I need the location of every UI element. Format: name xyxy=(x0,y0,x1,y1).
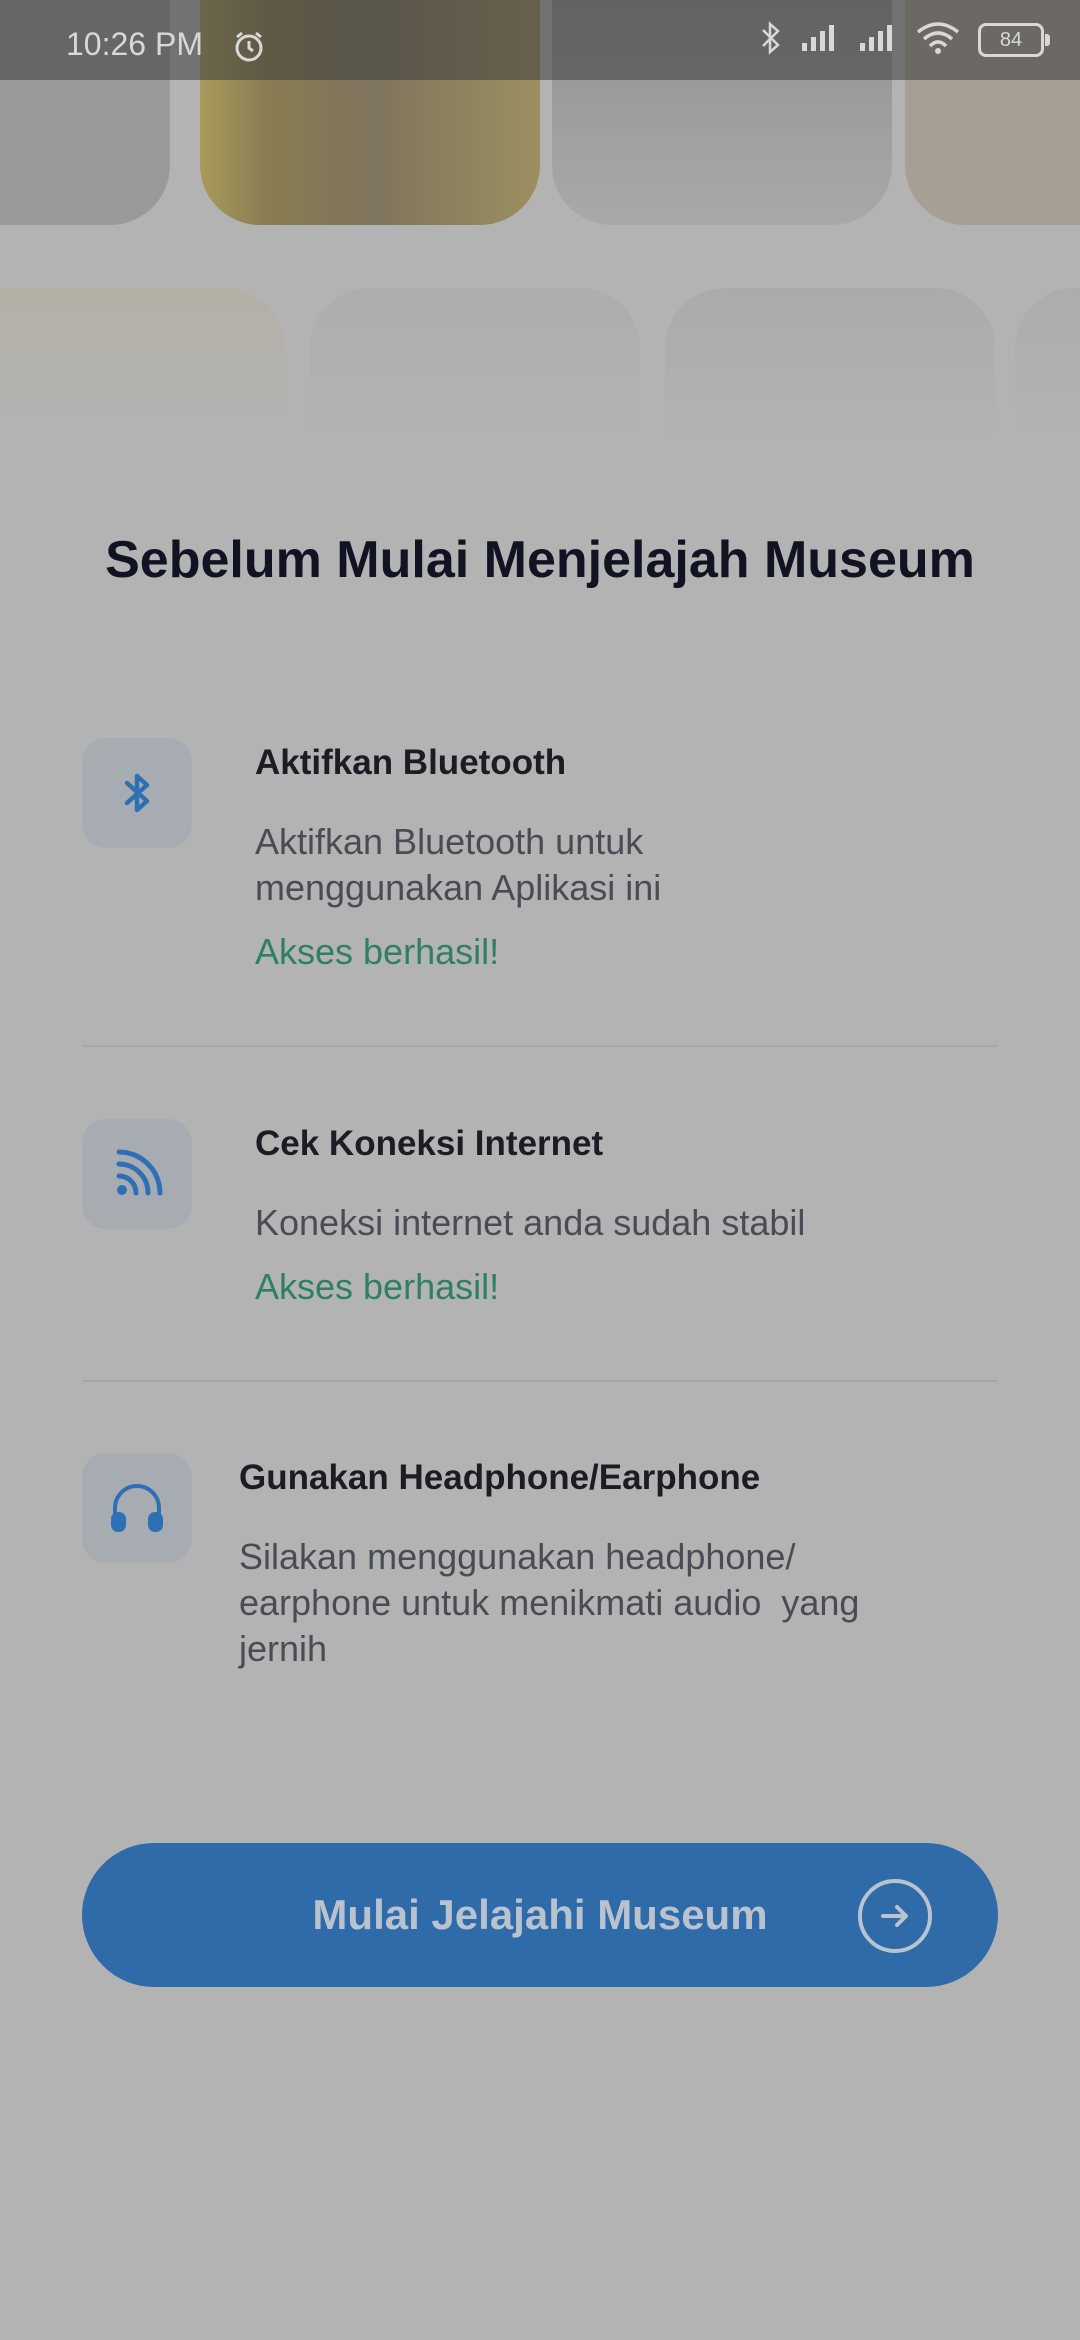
item-title: Gunakan Headphone/Earphone xyxy=(239,1458,761,1497)
item-description: Koneksi internet anda sudah stabil xyxy=(255,1200,805,1246)
status-success-text: Akses berhasil! xyxy=(255,931,500,972)
wifi-signal-icon xyxy=(116,1149,163,1196)
internet-icon-box xyxy=(82,1119,192,1229)
page-title: Sebelum Mulai Menjelajah Museum xyxy=(105,531,975,589)
checklist-item-internet: Cek Koneksi Internet Koneksi internet an… xyxy=(82,1119,998,1319)
item-description: Aktifkan Bluetooth untuk menggunakan Apl… xyxy=(255,819,661,911)
signal-icon xyxy=(800,23,840,58)
bluetooth-icon xyxy=(124,773,150,813)
signal-icon xyxy=(858,23,898,58)
alarm-icon xyxy=(232,30,266,69)
item-description: Silakan menggunakan headphone/ earphone … xyxy=(239,1534,859,1672)
battery-level: 84 xyxy=(999,28,1023,51)
item-title: Aktifkan Bluetooth xyxy=(255,743,567,782)
description-line: Aktifkan Bluetooth untuk xyxy=(255,821,644,862)
status-bar: 10:26 PM 84 xyxy=(0,0,1080,80)
status-time: 10:26 PM xyxy=(66,26,203,62)
description-line: menggunakan Aplikasi ini xyxy=(255,867,662,908)
battery-indicator: 84 xyxy=(978,23,1050,57)
description-line: Koneksi internet anda sudah stabil xyxy=(255,1202,806,1243)
checklist-item-headphone: Gunakan Headphone/Earphone Silakan mengg… xyxy=(82,1453,998,1673)
headphones-icon xyxy=(111,1484,163,1532)
item-title: Cek Koneksi Internet xyxy=(255,1124,604,1163)
wifi-icon xyxy=(916,21,960,59)
photo-fade-overlay xyxy=(0,280,1080,470)
arrow-right-circle-icon xyxy=(858,1879,932,1953)
divider xyxy=(82,1380,998,1382)
checklist-item-bluetooth: Aktifkan Bluetooth Aktifkan Bluetooth un… xyxy=(82,738,998,998)
description-line: earphone untuk menikmati audio yang xyxy=(239,1582,860,1623)
start-explore-button[interactable]: Mulai Jelajahi Museum xyxy=(82,1843,998,1987)
description-line: jernih xyxy=(239,1628,328,1669)
status-success-text: Akses berhasil! xyxy=(255,1266,500,1307)
headphone-icon-box xyxy=(82,1453,192,1563)
description-line: Silakan menggunakan headphone/ xyxy=(239,1536,796,1577)
bluetooth-status-icon xyxy=(760,20,782,61)
divider xyxy=(82,1045,998,1047)
bluetooth-icon-box xyxy=(82,738,192,848)
